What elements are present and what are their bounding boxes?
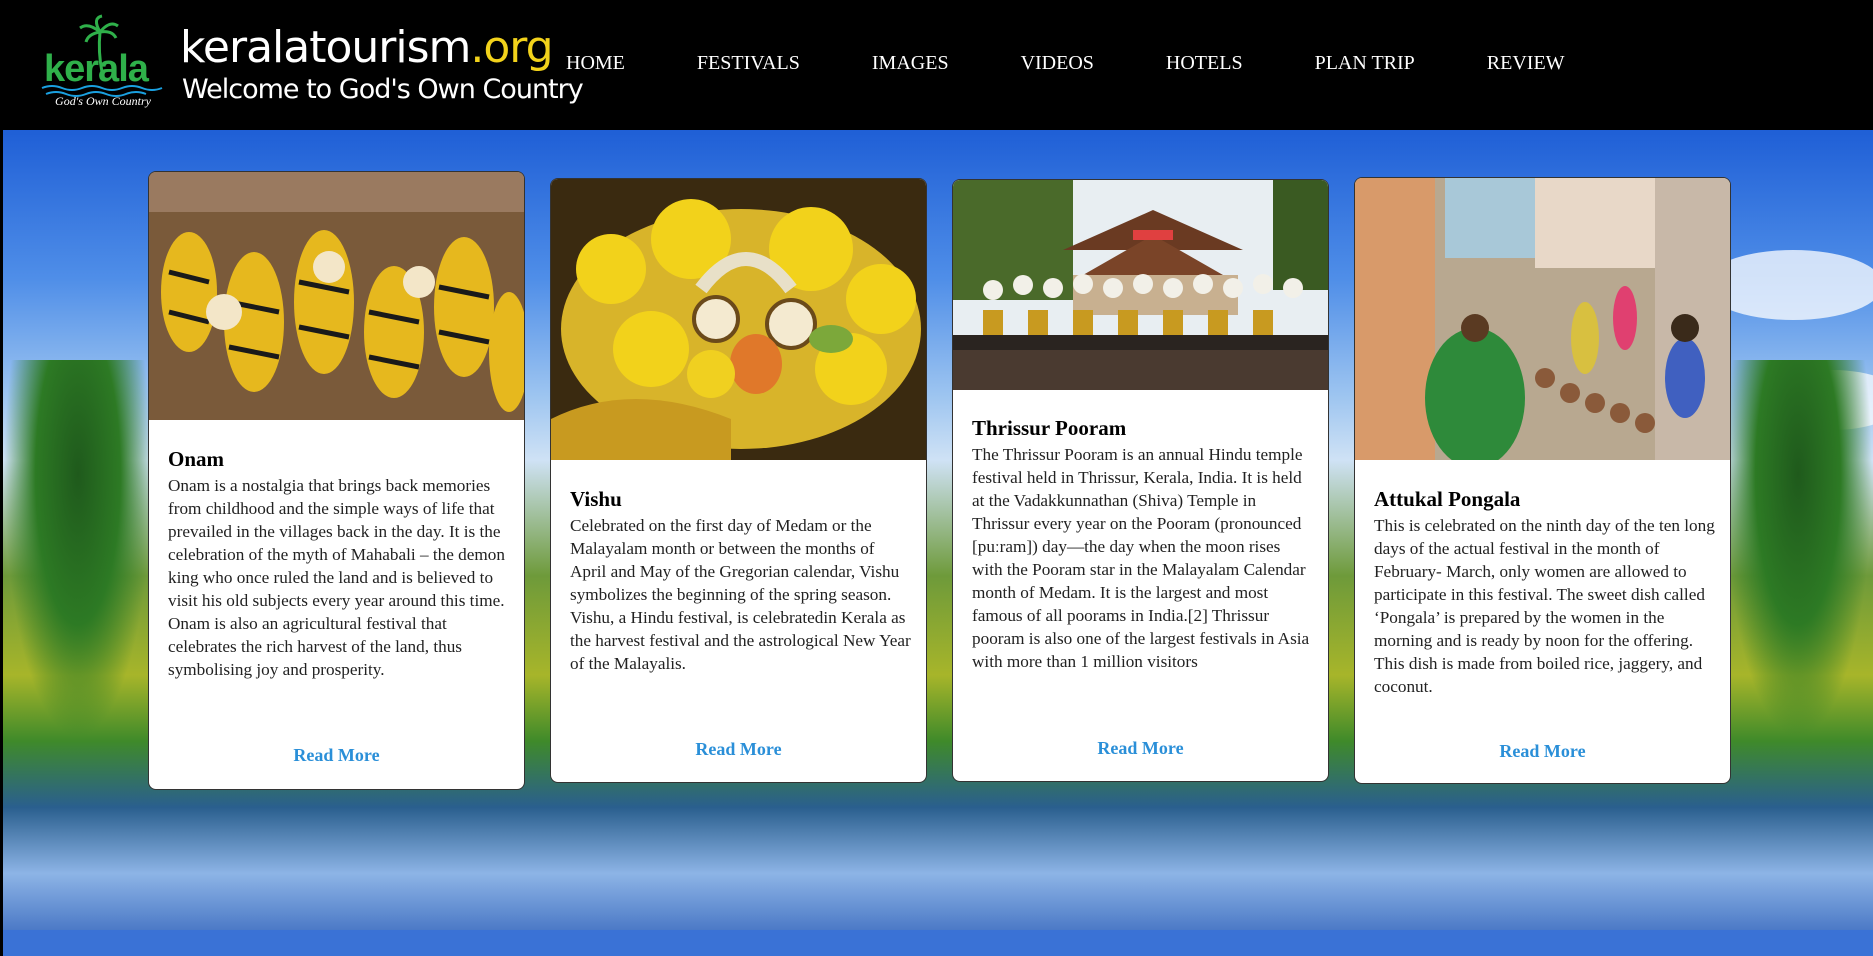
pongala-street-image	[1355, 178, 1730, 460]
card-text: This is celebrated on the ninth day of t…	[1374, 516, 1715, 696]
attukal-pongala-photo	[1355, 178, 1730, 460]
festival-card-attukal-pongala: Attukal Pongala This is celebrated on th…	[1354, 177, 1731, 784]
site-tagline: Welcome to God's Own Country	[182, 74, 584, 105]
card-title: Thrissur Pooram	[972, 416, 1127, 440]
festival-card-vishu: Vishu Celebrated on the first day of Med…	[550, 178, 927, 783]
card-title: Attukal Pongala	[1374, 487, 1521, 511]
bottom-strip	[3, 930, 1873, 956]
card-text: Onam is a nostalgia that brings back mem…	[168, 476, 505, 679]
read-more-link[interactable]: Read More	[149, 745, 524, 766]
read-more-link[interactable]: Read More	[551, 739, 926, 760]
palm-trees-right	[1723, 360, 1873, 740]
logo-tagline: God's Own Country	[55, 94, 151, 108]
onam-photo	[149, 172, 524, 420]
festival-card-thrissur-pooram: Thrissur Pooram The Thrissur Pooram is a…	[952, 179, 1329, 782]
tiger-dancers-image	[149, 172, 524, 420]
nav-plan-trip[interactable]: PLAN TRIP	[1315, 52, 1415, 75]
palm-trees-left	[3, 360, 153, 740]
nav-videos[interactable]: VIDEOS	[1021, 52, 1094, 75]
main-nav: HOME FESTIVALS IMAGES VIDEOS HOTELS PLAN…	[566, 52, 1637, 75]
card-text: Celebrated on the first day of Medam or …	[570, 516, 911, 673]
card-text: The Thrissur Pooram is an annual Hindu t…	[972, 445, 1310, 671]
site-name[interactable]: keralatourism.org	[180, 22, 554, 73]
site-name-tld: .org	[470, 22, 553, 73]
nav-hotels[interactable]: HOTELS	[1166, 52, 1243, 75]
vishukkani-image	[551, 179, 926, 460]
festival-card-onam: Onam Onam is a nostalgia that brings bac…	[148, 171, 525, 790]
card-title: Onam	[168, 447, 225, 471]
read-more-link[interactable]: Read More	[953, 738, 1328, 759]
vishu-photo	[551, 179, 926, 460]
nav-festivals[interactable]: FESTIVALS	[697, 52, 800, 75]
site-name-main: keralatourism	[180, 22, 471, 73]
card-title: Vishu	[570, 487, 622, 511]
nav-review[interactable]: REVIEW	[1487, 52, 1565, 75]
thrissur-pooram-photo	[953, 180, 1328, 390]
nav-images[interactable]: IMAGES	[872, 52, 949, 75]
logo-wordmark: kerala	[44, 48, 149, 90]
temple-elephants-image	[953, 180, 1328, 390]
nav-home[interactable]: HOME	[566, 52, 625, 75]
read-more-link[interactable]: Read More	[1355, 741, 1730, 762]
site-header: kerala God's Own Country keralatourism.o…	[0, 0, 1873, 130]
